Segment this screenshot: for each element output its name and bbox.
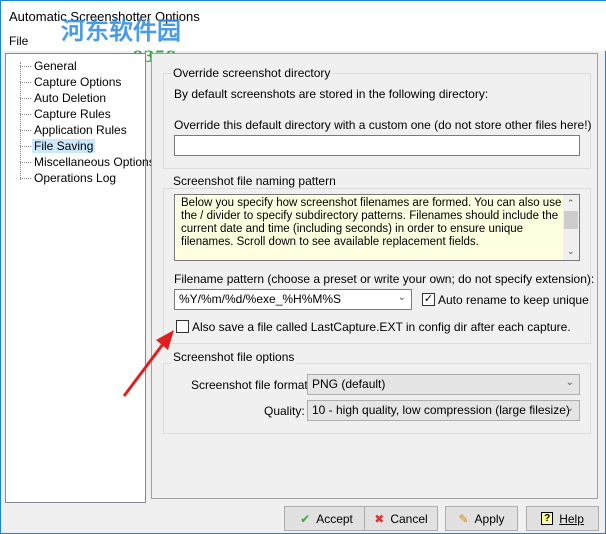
red-arrow-annotation	[122, 330, 174, 397]
tree-connector	[20, 98, 31, 99]
checkmark-icon: ✔	[300, 511, 311, 526]
help-button[interactable]: ? Help	[526, 506, 599, 531]
cancel-x-icon: ✖	[374, 511, 385, 526]
custom-directory-input[interactable]	[174, 135, 580, 156]
settings-tree[interactable]: General Capture Options Auto Deletion Ca…	[5, 53, 155, 503]
tree-item-operations-log[interactable]: Operations Log	[32, 171, 118, 185]
quality-value: 10 - high quality, low compression (larg…	[312, 403, 570, 417]
tree-connector	[20, 66, 31, 67]
tree-item-general[interactable]: General	[32, 59, 79, 73]
chevron-down-icon[interactable]: ⌄	[566, 377, 574, 388]
last-capture-label[interactable]: Also save a file called LastCapture.EXT …	[192, 320, 571, 334]
quality-label: Quality:	[264, 404, 305, 418]
pattern-combobox[interactable]: %Y/%m/%d/%exe_%H%M%S ⌄	[174, 289, 412, 310]
description-scrollbar[interactable]: ⌃ ⌄	[563, 195, 579, 260]
auto-rename-label[interactable]: Auto rename to keep unique	[438, 293, 589, 307]
tree-item-auto-deletion[interactable]: Auto Deletion	[32, 91, 108, 105]
scrollbar-thumb[interactable]	[564, 211, 578, 229]
format-label: Screenshot file format:	[191, 378, 312, 392]
watermark-logo: 河东软件园	[61, 18, 181, 45]
tree-connector	[20, 162, 31, 163]
pattern-label: Filename pattern (choose a preset or wri…	[174, 272, 595, 286]
custom-directory-label: Override this default directory with a c…	[174, 118, 592, 132]
quality-select[interactable]: 10 - high quality, low compression (larg…	[307, 400, 580, 421]
auto-rename-checkbox[interactable]: ✓	[422, 293, 435, 306]
naming-description[interactable]: Below you specify how screenshot filenam…	[174, 194, 580, 261]
naming-description-text: Below you specify how screenshot filenam…	[181, 197, 562, 248]
scroll-down-icon[interactable]: ⌄	[567, 245, 575, 258]
menu-file[interactable]: File	[9, 34, 28, 48]
scroll-up-icon[interactable]: ⌃	[567, 197, 575, 210]
tree-connector	[20, 178, 31, 179]
tree-connector	[20, 82, 31, 83]
apply-button[interactable]: ✎ Apply	[445, 506, 518, 531]
tree-connector	[20, 146, 31, 147]
format-value: PNG (default)	[312, 377, 386, 391]
cancel-label: Cancel	[390, 511, 428, 526]
apply-label: Apply	[474, 511, 505, 526]
arrow-shaft	[122, 339, 168, 397]
override-group-label: Override screenshot directory	[171, 66, 333, 80]
accept-button[interactable]: ✔ Accept	[284, 506, 369, 531]
tree-item-miscellaneous-options[interactable]: Miscellaneous Options	[32, 155, 157, 169]
chevron-down-icon[interactable]: ⌄	[398, 292, 406, 303]
tree-item-capture-rules[interactable]: Capture Rules	[32, 107, 113, 121]
accept-label: Accept	[316, 511, 353, 526]
default-directory-info: By default screenshots are stored in the…	[174, 87, 489, 101]
pencil-icon: ✎	[458, 511, 469, 526]
cancel-button[interactable]: ✖ Cancel	[364, 506, 438, 531]
tree-item-application-rules[interactable]: Application Rules	[32, 123, 129, 137]
tree-item-file-saving[interactable]: File Saving	[32, 139, 96, 153]
help-label: Help	[559, 511, 584, 526]
chevron-down-icon[interactable]: ⌄	[566, 403, 574, 414]
file-options-group-label: Screenshot file options	[171, 350, 297, 364]
tree-connector	[20, 130, 31, 131]
arrow-head	[156, 330, 174, 350]
naming-group-label: Screenshot file naming pattern	[171, 174, 338, 188]
help-question-icon: ?	[541, 512, 554, 525]
format-select[interactable]: PNG (default) ⌄	[307, 374, 580, 395]
tree-connector	[20, 114, 31, 115]
pattern-value: %Y/%m/%d/%exe_%H%M%S	[179, 292, 342, 306]
tree-item-capture-options[interactable]: Capture Options	[32, 75, 123, 89]
